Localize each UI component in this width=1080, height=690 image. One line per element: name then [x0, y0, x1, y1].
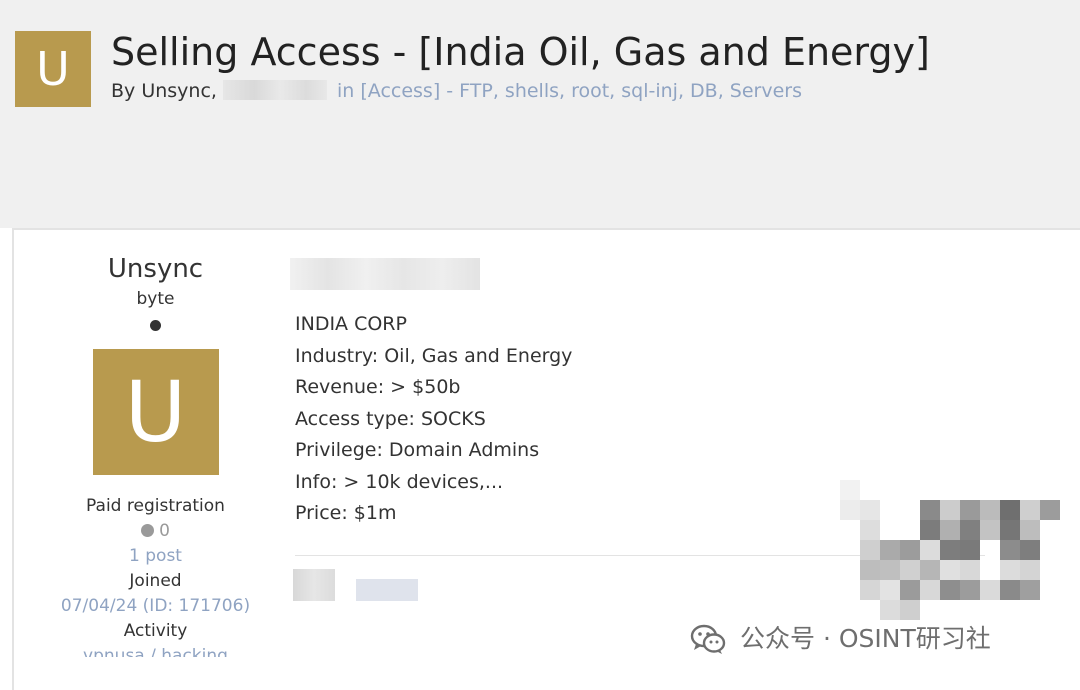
pixel-block	[900, 580, 920, 600]
post-line-industry: Industry: Oil, Gas and Energy	[295, 344, 573, 367]
pixel-block	[880, 600, 900, 620]
pixel-block	[940, 560, 960, 580]
pixel-block	[940, 580, 960, 600]
wechat-icon	[690, 624, 726, 654]
pixel-block	[900, 600, 920, 620]
pixel-block	[960, 560, 980, 580]
author-sidebar: Unsync byte U Paid registration 0 1 post…	[28, 230, 283, 657]
blurred-footer-link	[356, 579, 418, 601]
header-avatar[interactable]: U	[15, 31, 91, 107]
pixel-block	[900, 540, 920, 560]
pixel-block	[940, 520, 960, 540]
pixel-block	[940, 540, 960, 560]
pixel-block	[1020, 500, 1040, 520]
author-name[interactable]: Unsync	[28, 252, 283, 286]
pixel-block	[920, 540, 940, 560]
post-line-price: Price: $1m	[295, 502, 397, 524]
pixel-block	[860, 560, 880, 580]
pixel-block	[860, 580, 880, 600]
reputation-value: 0	[159, 521, 170, 541]
pixel-block	[860, 500, 880, 520]
pixel-block	[920, 560, 940, 580]
thread-author-link[interactable]: By Unsync,	[111, 80, 217, 102]
pixel-block	[960, 520, 980, 540]
reputation-icon	[141, 524, 155, 537]
pixel-block	[960, 540, 980, 560]
pixel-block	[840, 500, 860, 520]
post-line-access-type: Access type: SOCKS	[295, 407, 486, 430]
pixel-block	[980, 520, 1000, 540]
pixel-block	[960, 500, 980, 520]
pixel-block	[1000, 580, 1020, 600]
pixel-block	[920, 580, 940, 600]
pixel-block	[1020, 520, 1040, 540]
post-line-revenue: Revenue: > $50b	[295, 376, 461, 398]
activity-label: Activity	[123, 621, 188, 641]
pixel-block	[1020, 580, 1040, 600]
pixel-block	[840, 480, 860, 500]
pixel-block	[960, 580, 980, 600]
pixel-block	[880, 560, 900, 580]
joined-label: Joined	[129, 571, 182, 591]
pixel-block	[1000, 520, 1020, 540]
forum-link[interactable]: [Access] - FTP, shells, root, sql-inj, D…	[360, 80, 802, 102]
pixel-block	[980, 580, 1000, 600]
watermark-text: 公众号 · OSINT研习社	[740, 624, 991, 653]
author-rank: byte	[136, 289, 175, 309]
pixelated-overlay	[840, 480, 1060, 630]
reputation-row: 0	[28, 520, 283, 542]
pixel-block	[920, 520, 940, 540]
post-count-link[interactable]: 1 post	[28, 545, 283, 567]
pixel-block	[1000, 540, 1020, 560]
pixel-block	[860, 520, 880, 540]
pixel-block	[940, 500, 960, 520]
author-group: Paid registration	[86, 496, 225, 516]
blurred-date	[222, 80, 327, 100]
thread-meta: By Unsync, in [Access] - FTP, shells, ro…	[111, 78, 802, 104]
pixel-block	[980, 500, 1000, 520]
pixel-block	[1000, 500, 1020, 520]
pixel-block	[1000, 560, 1020, 580]
pixel-block	[1020, 560, 1040, 580]
pixel-block	[880, 540, 900, 560]
activity-value[interactable]: vpnusa / hacking	[28, 645, 283, 657]
joined-value: 07/04/24 (ID: 171706)	[60, 596, 251, 616]
author-avatar[interactable]: U	[92, 349, 219, 475]
online-status-icon	[150, 320, 161, 331]
pixel-block	[900, 560, 920, 580]
blurred-footer-item	[293, 569, 335, 601]
pixel-block	[920, 500, 940, 520]
blurred-post-date	[290, 258, 480, 290]
pixel-block	[1020, 540, 1040, 560]
pixel-block	[1040, 500, 1060, 520]
pixel-block	[880, 580, 900, 600]
post-line-privilege: Privilege: Domain Admins	[295, 439, 540, 461]
post-line-info: Info: > 10k devices,...	[295, 470, 504, 493]
in-label: in	[337, 80, 355, 102]
post-line-company: INDIA CORP	[295, 313, 407, 335]
thread-title: Selling Access - [India Oil, Gas and Ene…	[111, 30, 930, 74]
pixel-block	[860, 540, 880, 560]
thread-header: U Selling Access - [India Oil, Gas and E…	[0, 0, 1080, 228]
post-body: INDIA CORP Industry: Oil, Gas and Energy…	[295, 309, 572, 530]
